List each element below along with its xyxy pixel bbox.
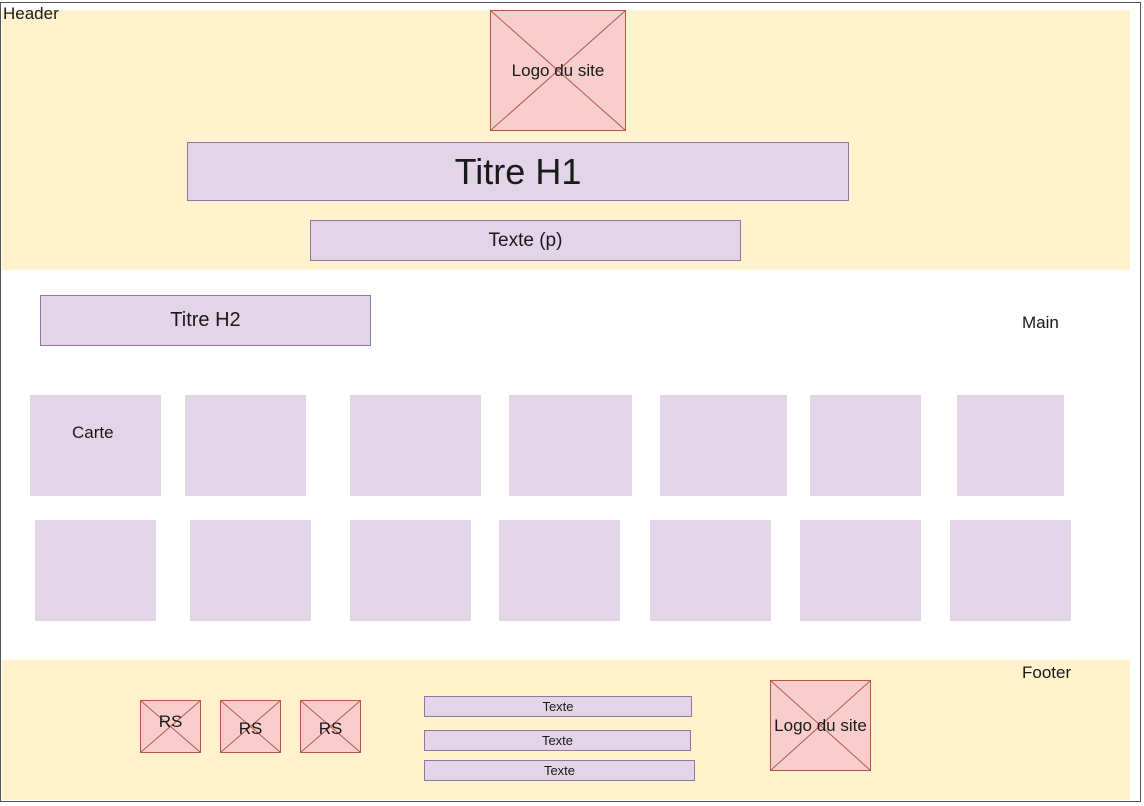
footer-text: Texte	[424, 696, 692, 717]
card	[800, 520, 921, 621]
card	[957, 395, 1064, 496]
card	[350, 395, 481, 496]
card	[810, 395, 921, 496]
header-label: Header	[3, 4, 59, 23]
card	[950, 520, 1071, 621]
card	[509, 395, 632, 496]
footer-logo-text: Logo du site	[774, 715, 867, 735]
social-text: RS	[158, 712, 183, 732]
footer-logo-placeholder: Logo du site	[770, 680, 871, 771]
social-icon-placeholder: RS	[300, 700, 361, 753]
social-icon-placeholder: RS	[220, 700, 281, 753]
card	[190, 520, 311, 621]
footer-label: Footer	[1022, 663, 1072, 682]
card	[30, 395, 161, 496]
card	[499, 520, 620, 621]
main-label: Main	[1022, 313, 1059, 332]
header-logo-text: Logo du site	[511, 60, 605, 80]
footer-text: Texte	[424, 760, 695, 781]
social-icon-placeholder: RS	[140, 700, 201, 753]
card-label: Carte	[72, 423, 114, 442]
card	[660, 395, 787, 496]
card	[650, 520, 771, 621]
header-logo-placeholder: Logo du site	[490, 10, 626, 131]
title-h1: Titre H1	[187, 142, 849, 201]
card	[185, 395, 306, 496]
card	[35, 520, 156, 621]
header-paragraph: Texte (p)	[310, 220, 741, 261]
footer-text: Texte	[424, 730, 691, 751]
social-text: RS	[318, 718, 343, 738]
title-h2: Titre H2	[40, 295, 371, 346]
social-text: RS	[238, 718, 263, 738]
card	[350, 520, 471, 621]
